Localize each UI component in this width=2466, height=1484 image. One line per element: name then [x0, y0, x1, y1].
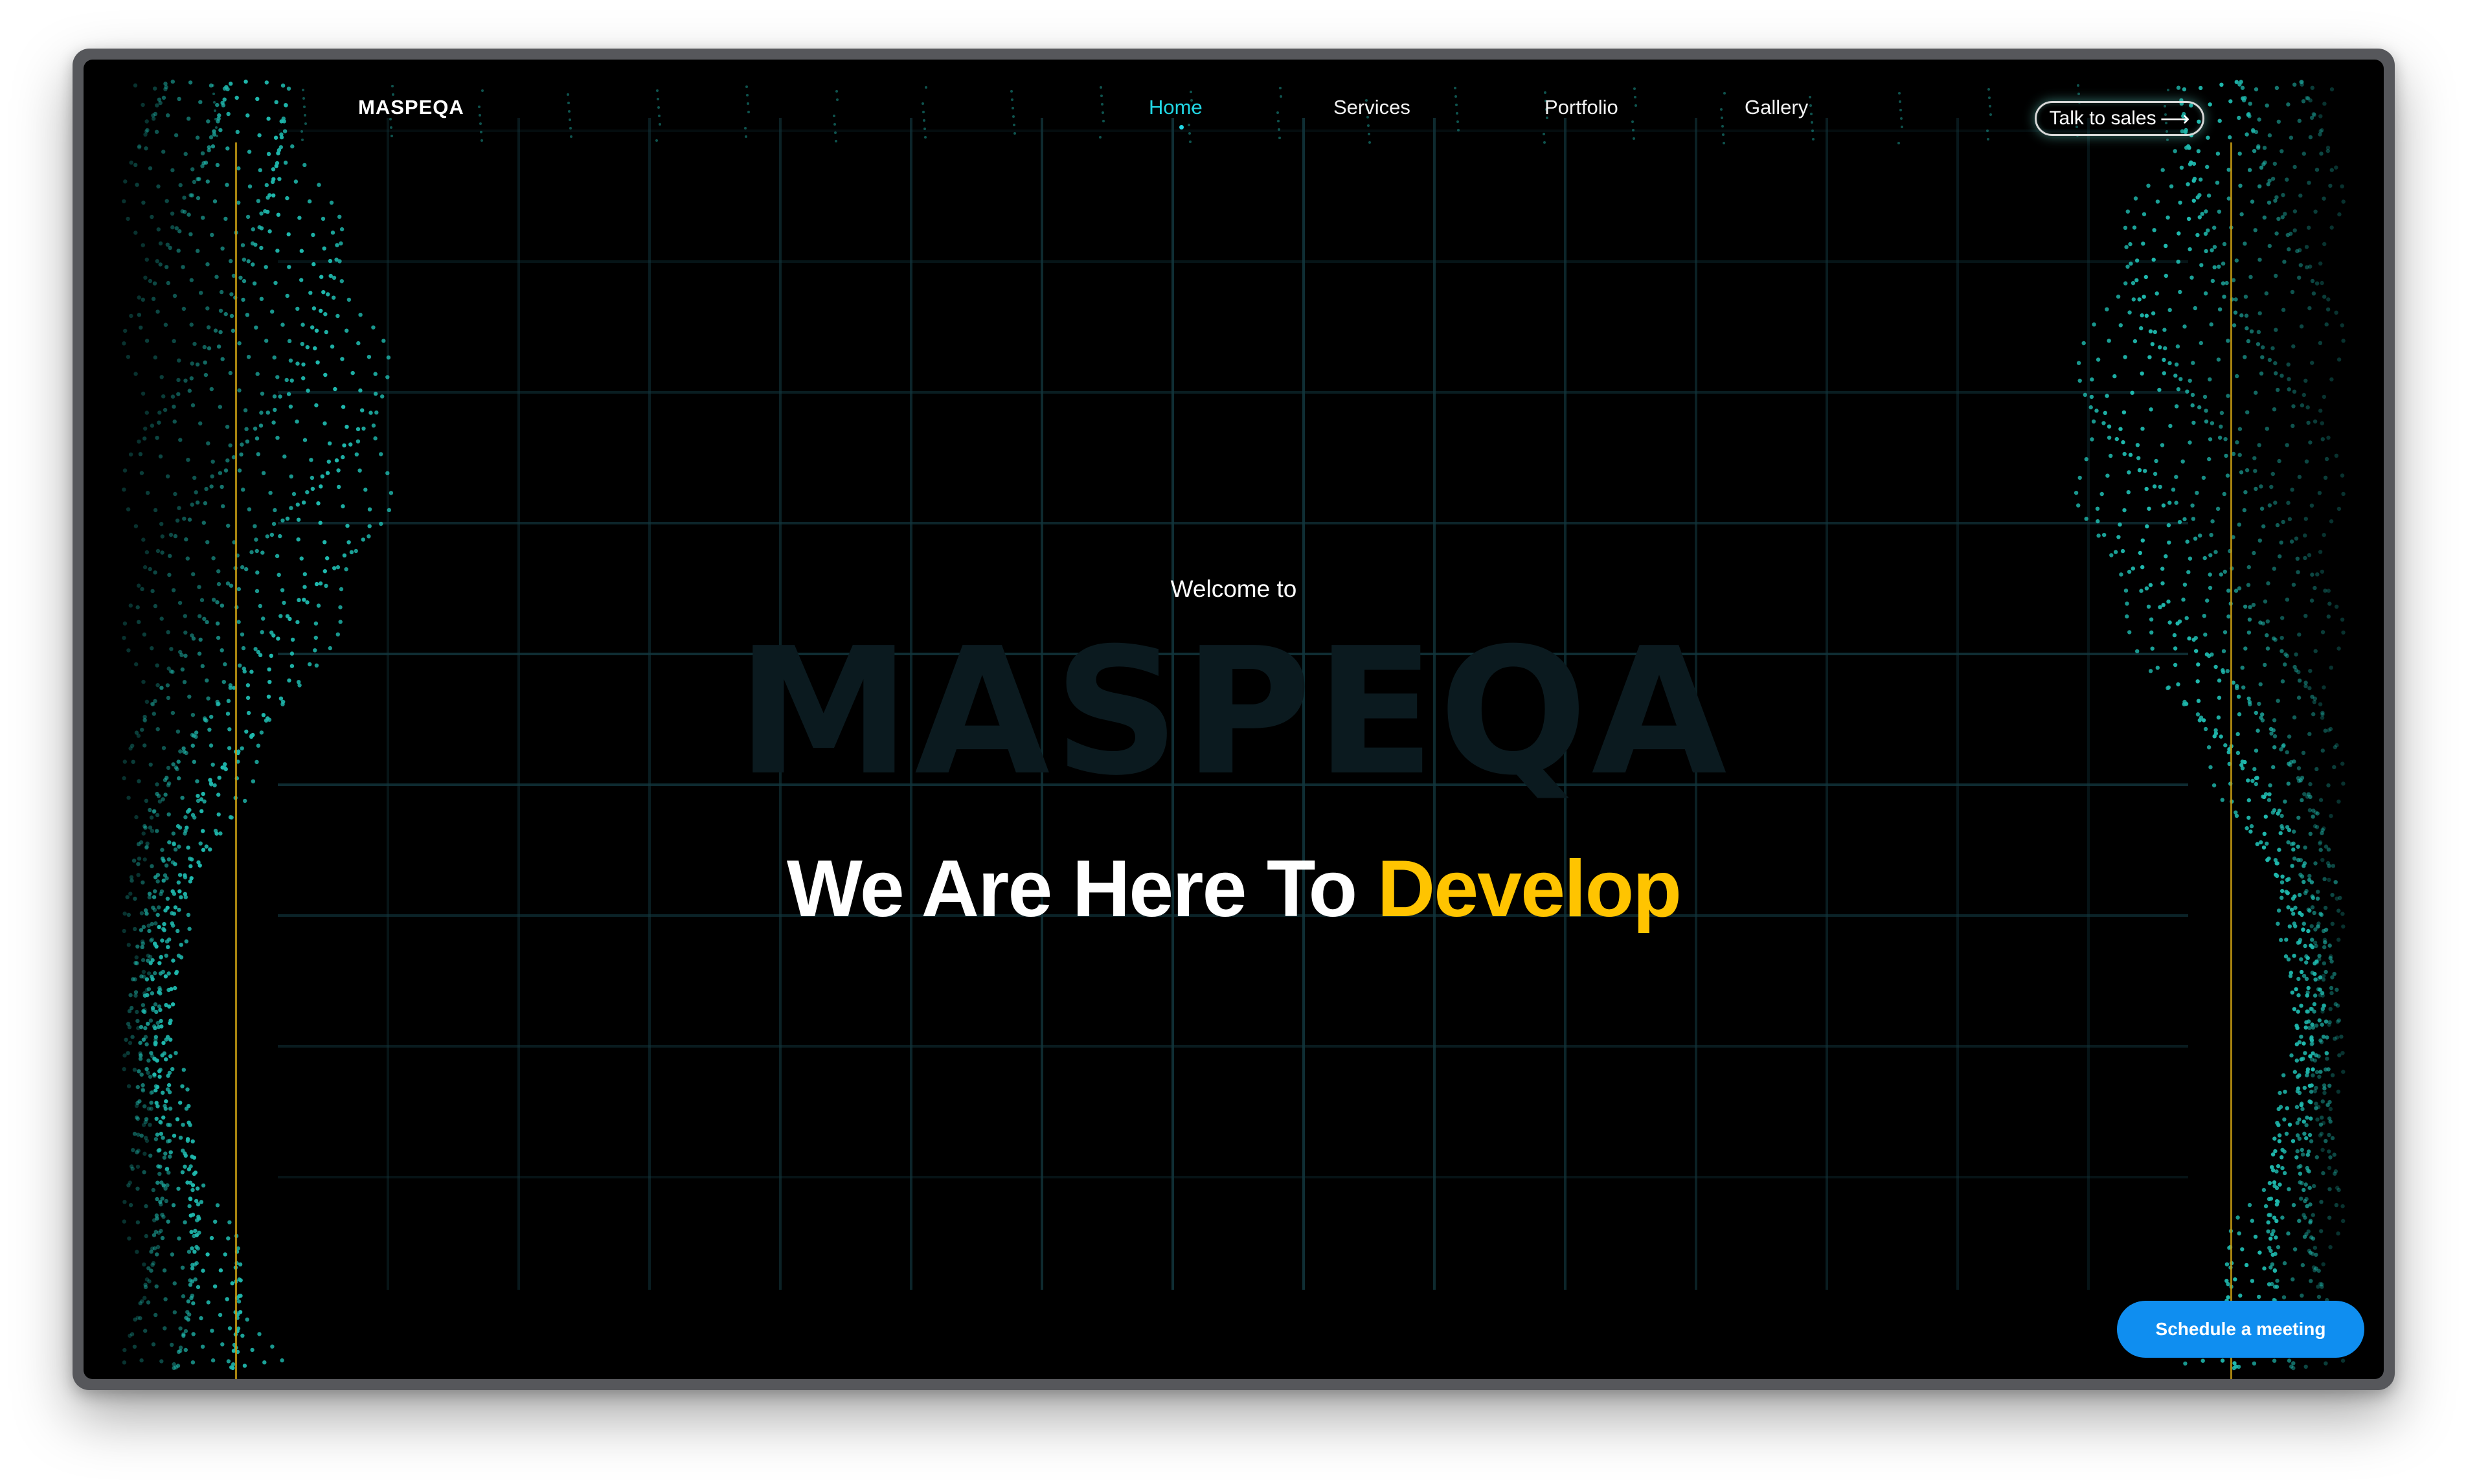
talk-to-sales-button[interactable]: Talk to sales ⟶ [2035, 101, 2204, 136]
nav-portfolio[interactable]: Portfolio [1544, 96, 1618, 119]
nav-services[interactable]: Services [1333, 96, 1410, 119]
active-indicator-dot [1179, 125, 1184, 129]
schedule-meeting-button[interactable]: Schedule a meeting [2117, 1301, 2364, 1358]
site-logo[interactable]: MASPEQA [358, 96, 464, 119]
hero-headline: We Are Here To Develop [84, 843, 2384, 935]
nav-gallery[interactable]: Gallery [1745, 96, 1808, 119]
talk-to-sales-label: Talk to sales [2049, 107, 2156, 129]
nav-home[interactable]: Home [1149, 96, 1203, 119]
headline-accent: Develop [1377, 844, 1682, 934]
browser-viewport: MASPEQA Home Services Portfolio Gallery … [84, 60, 2384, 1379]
device-frame: MASPEQA Home Services Portfolio Gallery … [73, 49, 2395, 1390]
arrow-right-icon: ⟶ [2160, 107, 2190, 130]
welcome-text: Welcome to [1170, 576, 1297, 602]
hero-background-word: MASPEQA [736, 610, 1731, 814]
headline-prefix: We Are Here To [786, 844, 1377, 934]
